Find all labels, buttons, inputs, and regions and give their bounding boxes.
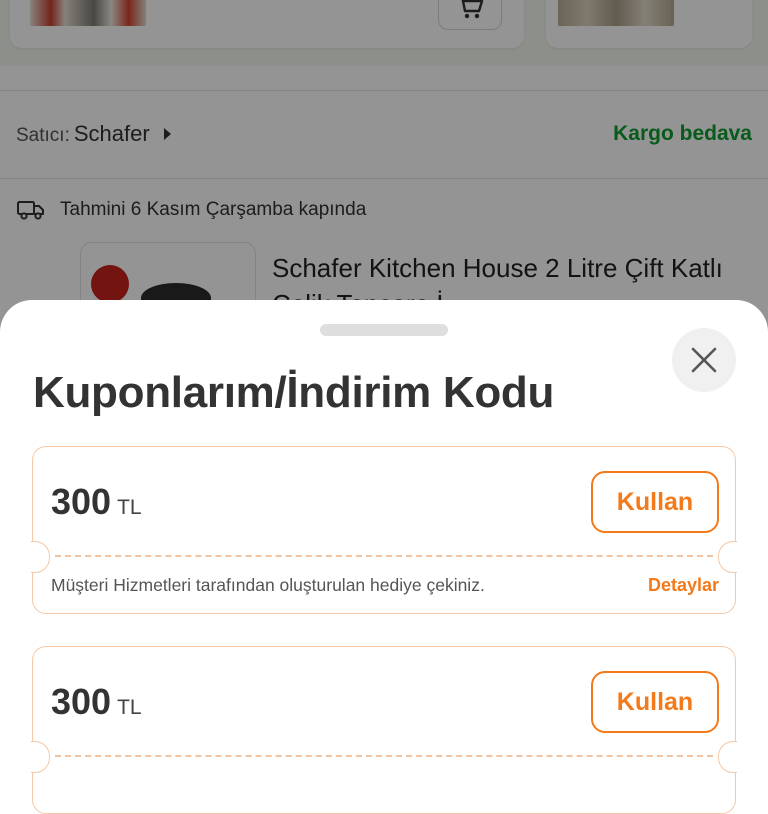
- coupon-notch: [31, 541, 50, 573]
- coupon-amount: 300 TL: [51, 481, 142, 523]
- coupon-amount: 300 TL: [51, 681, 142, 723]
- close-icon: [691, 347, 717, 373]
- coupon-card: 300 TL Kullan: [31, 646, 737, 814]
- coupon-value: 300: [51, 481, 112, 522]
- coupon-dashed-divider: [55, 555, 713, 557]
- coupon-description: Müşteri Hizmetleri tarafından oluşturula…: [51, 575, 485, 595]
- coupon-details-link[interactable]: Detaylar: [648, 575, 719, 596]
- coupon-notch: [31, 741, 50, 773]
- sheet-title: Kuponlarım/İndirim Kodu: [33, 368, 555, 417]
- coupon-card: 300 TL Kullan Müşteri Hizmetleri tarafın…: [31, 446, 737, 614]
- use-coupon-button[interactable]: Kullan: [591, 671, 719, 733]
- coupons-bottom-sheet: Kuponlarım/İndirim Kodu 300 TL Kullan Mü…: [0, 300, 768, 814]
- coupon-notch: [718, 541, 737, 573]
- coupon-notch: [718, 741, 737, 773]
- coupon-currency: TL: [117, 496, 142, 519]
- coupon-value: 300: [51, 681, 112, 722]
- sheet-drag-handle[interactable]: [320, 324, 448, 336]
- coupon-currency: TL: [117, 696, 142, 719]
- coupon-dashed-divider: [55, 755, 713, 757]
- use-coupon-button[interactable]: Kullan: [591, 471, 719, 533]
- close-button[interactable]: [672, 328, 736, 392]
